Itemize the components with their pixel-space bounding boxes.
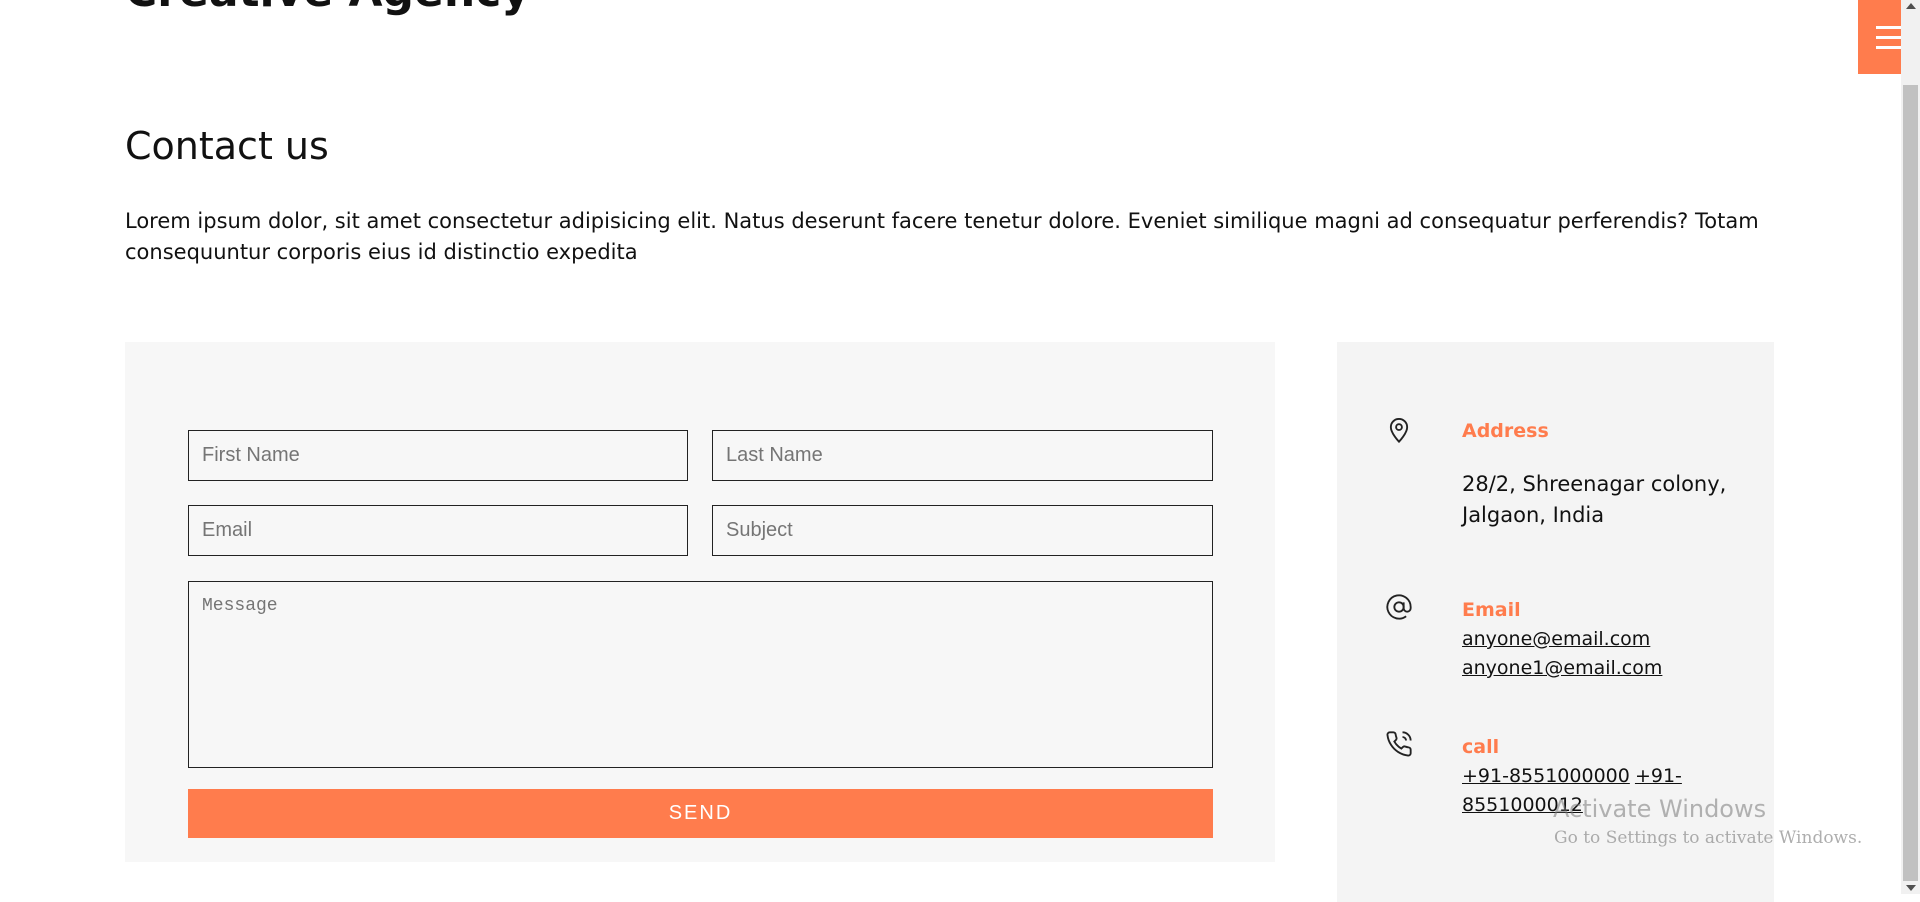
last-name-input[interactable] bbox=[712, 430, 1213, 481]
phone-call-icon bbox=[1386, 731, 1412, 757]
vertical-scrollbar[interactable] bbox=[1901, 0, 1920, 894]
brand-title: Creative Agency bbox=[125, 0, 530, 19]
email-input[interactable] bbox=[188, 505, 688, 556]
call-label: call bbox=[1462, 736, 1500, 758]
address-label: Address bbox=[1462, 420, 1549, 442]
subject-input[interactable] bbox=[712, 505, 1213, 556]
intro-paragraph: Lorem ipsum dolor, sit amet consectetur … bbox=[125, 209, 1759, 264]
email-label: Email bbox=[1462, 599, 1521, 621]
address-line-1: 28/2, Shreenagar colony, bbox=[1462, 472, 1727, 496]
activate-windows-subtitle: Go to Settings to activate Windows. bbox=[1554, 828, 1863, 848]
at-sign-icon bbox=[1386, 594, 1412, 620]
first-name-input[interactable] bbox=[188, 430, 688, 481]
email-link-1[interactable]: anyone@email.com bbox=[1462, 628, 1650, 650]
send-button[interactable]: SEND bbox=[188, 789, 1213, 838]
scroll-thumb[interactable] bbox=[1903, 85, 1918, 881]
scroll-up-arrow-icon[interactable] bbox=[1906, 3, 1916, 9]
contact-form: SEND bbox=[125, 342, 1275, 862]
phone-link-1[interactable]: +91-8551000000 bbox=[1462, 765, 1630, 787]
email-link-2[interactable]: anyone1@email.com bbox=[1462, 657, 1662, 679]
scroll-down-arrow-icon[interactable] bbox=[1906, 885, 1916, 891]
message-textarea[interactable] bbox=[188, 581, 1213, 768]
map-pin-icon bbox=[1389, 418, 1409, 444]
activate-windows-title: Activate Windows bbox=[1553, 795, 1767, 823]
address-line-2: Jalgaon, India bbox=[1462, 503, 1605, 527]
page-title: Contact us bbox=[125, 124, 329, 168]
